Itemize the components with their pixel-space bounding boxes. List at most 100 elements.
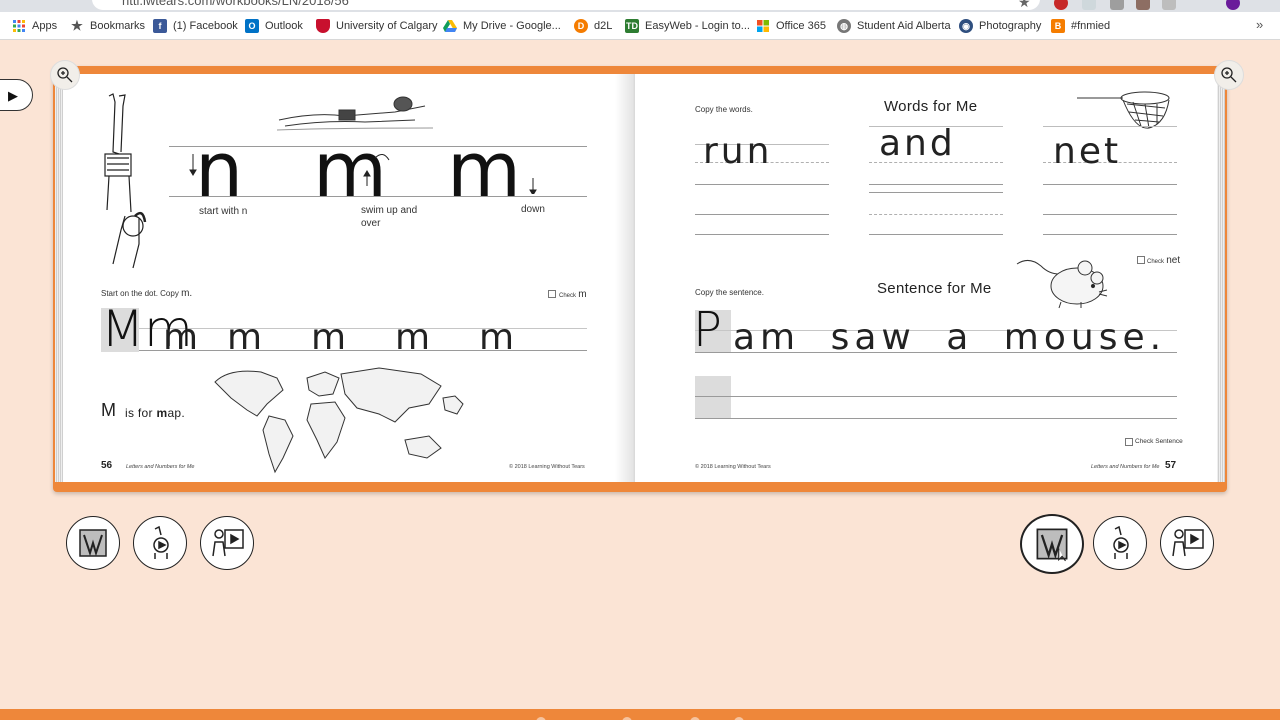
bookmark-university-of-calgary[interactable]: University of Calgary	[316, 18, 437, 34]
university-crest-icon	[316, 19, 330, 33]
blogger-icon: B	[1051, 19, 1065, 33]
check-label: Check	[1147, 259, 1165, 265]
extension-icon[interactable]	[1054, 0, 1068, 10]
mouse-illustration	[1016, 260, 1108, 309]
zoom-left-page-button[interactable]	[50, 60, 80, 90]
world-map-illustration	[214, 367, 464, 474]
word-base-line	[869, 184, 1003, 185]
practice-start-box	[695, 376, 731, 418]
apps-grid-icon	[12, 19, 26, 33]
title-words-for-me: Words for Me	[884, 98, 978, 115]
word-rest: ap.	[167, 406, 186, 420]
bookmark-d2l[interactable]: D d2L	[574, 18, 612, 34]
practice-top-line	[695, 214, 829, 215]
footer-book-title: Letters and Numbers for Me	[1091, 464, 1160, 470]
bookmarks-bar: Apps ★ Bookmarks f (1) Facebook O Outloo…	[0, 12, 1280, 40]
instruction-letter: m.	[181, 288, 193, 299]
word-phrase: is for map.	[125, 406, 185, 420]
zoom-right-page-button[interactable]	[1214, 60, 1244, 90]
bookmark-fnmied[interactable]: B #fnmied	[1051, 18, 1110, 34]
more-bookmarks-chevron-icon[interactable]: »	[1256, 17, 1263, 32]
practice-sentence-base-line	[695, 418, 1177, 419]
extension-icon[interactable]	[1162, 0, 1176, 10]
model-word-and: and	[879, 123, 956, 164]
bookmark-label: Student Aid Alberta	[857, 20, 951, 32]
teacher-video-icon	[1172, 529, 1204, 557]
workbook-spread: n m m start with n swim up and over down…	[50, 60, 1244, 492]
bookmark-label: Photography	[979, 20, 1042, 32]
url-text[interactable]: nttl.lwtears.com/workbooks/LN/2018/56	[122, 0, 349, 8]
practice-letter: m	[311, 317, 347, 358]
page-number: 57	[1165, 460, 1177, 471]
word-top-line	[1043, 126, 1177, 127]
check-sentence-label: Check Sentence	[1135, 438, 1183, 445]
word-letter-m: M	[101, 400, 117, 420]
model-word-net: net	[1053, 131, 1122, 172]
letter-stroke-icon	[79, 529, 107, 557]
page-edge	[55, 74, 63, 482]
extension-icon[interactable]	[1110, 0, 1124, 10]
bookmark-label: My Drive - Google...	[463, 20, 561, 32]
letter-demo-button[interactable]	[66, 516, 120, 570]
check-word: net	[1166, 255, 1181, 266]
bookmark-label: #fnmied	[1071, 20, 1111, 32]
extension-icon[interactable]	[1136, 0, 1150, 10]
instruction-copy-words: Copy the words.	[695, 105, 753, 114]
check-m-label: Check m	[559, 289, 587, 300]
practice-base-line	[695, 234, 829, 235]
practice-letter: m	[163, 317, 199, 358]
video-button[interactable]	[133, 516, 187, 570]
profile-avatar[interactable]	[1226, 0, 1240, 10]
check-net-label: Check net	[1147, 255, 1180, 266]
bookmark-outlook[interactable]: O Outlook	[245, 18, 303, 34]
bookmark-label: University of Calgary	[336, 20, 438, 32]
globe-icon: ◍	[837, 19, 851, 33]
bookmark-easyweb[interactable]: TD EasyWeb - Login to...	[625, 18, 750, 34]
bookmark-bookmarks[interactable]: ★ Bookmarks	[70, 18, 145, 34]
play-arrow-icon: ▶	[8, 88, 18, 103]
bookmark-photography[interactable]: ◉ Photography	[959, 18, 1041, 34]
check-sentence-checkbox[interactable]	[1125, 438, 1133, 446]
practice-letter: m	[395, 317, 431, 358]
bookmark-office-365[interactable]: Office 365	[756, 18, 826, 34]
sentence-first-letter: P	[693, 302, 722, 358]
bookmark-label: Office 365	[776, 20, 826, 32]
star-icon: ★	[71, 18, 83, 33]
practice-mid-line	[869, 214, 1003, 215]
caption-start-with-n: start with n	[199, 206, 248, 217]
bookmark-google-drive[interactable]: My Drive - Google...	[443, 18, 561, 34]
extension-icon[interactable]	[1082, 0, 1096, 10]
workbook-page-right: Copy the words. Words for Me run and net	[635, 74, 1217, 482]
bookmark-label: d2L	[594, 20, 613, 32]
stroke-arrows-icon	[189, 154, 537, 194]
teacher-video-button[interactable]	[200, 516, 254, 570]
instruction-copy-sentence: Copy the sentence.	[695, 288, 764, 297]
bookmark-apps[interactable]: Apps	[12, 18, 57, 34]
letter-demo-button[interactable]	[1020, 514, 1084, 574]
google-drive-icon	[443, 19, 457, 33]
teacher-video-button[interactable]	[1160, 516, 1214, 570]
footer-copyright: © 2018 Learning Without Tears	[509, 464, 585, 470]
caption-swim-up: swim up and over	[361, 205, 418, 229]
check-net-checkbox[interactable]	[1137, 256, 1145, 264]
video-button[interactable]	[1093, 516, 1147, 570]
bookmark-facebook[interactable]: f (1) Facebook	[153, 18, 238, 34]
bookmark-student-aid-alberta[interactable]: ◍ Student Aid Alberta	[837, 18, 951, 34]
practice-base-line	[1043, 234, 1177, 235]
office-icon	[756, 19, 770, 33]
teacher-video-icon	[212, 529, 244, 557]
page-number: 56	[101, 460, 113, 471]
footer-copyright: © 2018 Learning Without Tears	[695, 464, 771, 470]
camera-icon: ◉	[959, 19, 973, 33]
instruction-copy-m: Start on the dot. Copy m.	[101, 288, 192, 299]
td-bank-icon: TD	[625, 19, 639, 33]
check-m-checkbox[interactable]	[548, 290, 556, 298]
practice-letter: m	[479, 317, 515, 358]
diver-illustration	[104, 93, 147, 269]
bookmark-label: Bookmarks	[90, 20, 146, 32]
sidebar-toggle-button[interactable]: ▶	[0, 79, 33, 111]
bookmark-star-icon[interactable]: ★	[1018, 0, 1031, 11]
letter-stroke-icon	[1036, 528, 1068, 562]
check-letter: m	[578, 289, 587, 300]
bookmark-label: (1) Facebook	[173, 20, 238, 32]
